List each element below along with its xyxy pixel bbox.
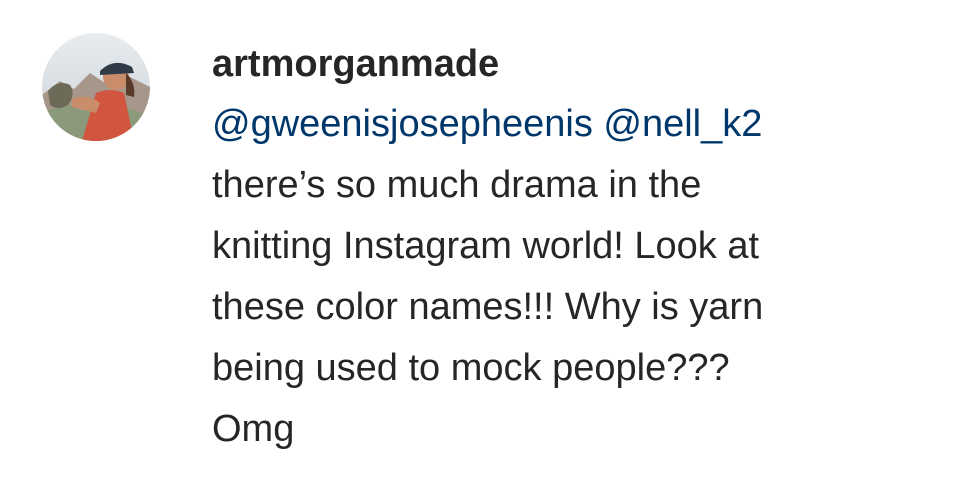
mention-link[interactable]: @nell_k2	[603, 103, 762, 145]
mention-link[interactable]: @gweenisjosepheenis	[212, 103, 593, 145]
comment-text-line: knitting Instagram world! Look at	[212, 225, 760, 267]
comment-body: artmorganmade @gweenisjosepheenis @nell_…	[212, 34, 952, 460]
comment-text: @gweenisjosepheenis @nell_k2 there’s so …	[212, 94, 952, 460]
comment: artmorganmade @gweenisjosepheenis @nell_…	[0, 0, 980, 485]
comment-text-line: these color names!!! Why is yarn	[212, 286, 764, 328]
avatar-photo	[42, 33, 150, 141]
comment-text-line: Omg	[212, 408, 295, 450]
comment-text-line: there’s so much drama in the	[212, 164, 702, 206]
mentions-line: @gweenisjosepheenis @nell_k2	[212, 94, 952, 155]
comment-text-line: being used to mock people???	[212, 347, 730, 389]
avatar[interactable]	[42, 33, 150, 141]
username[interactable]: artmorganmade	[212, 34, 952, 94]
